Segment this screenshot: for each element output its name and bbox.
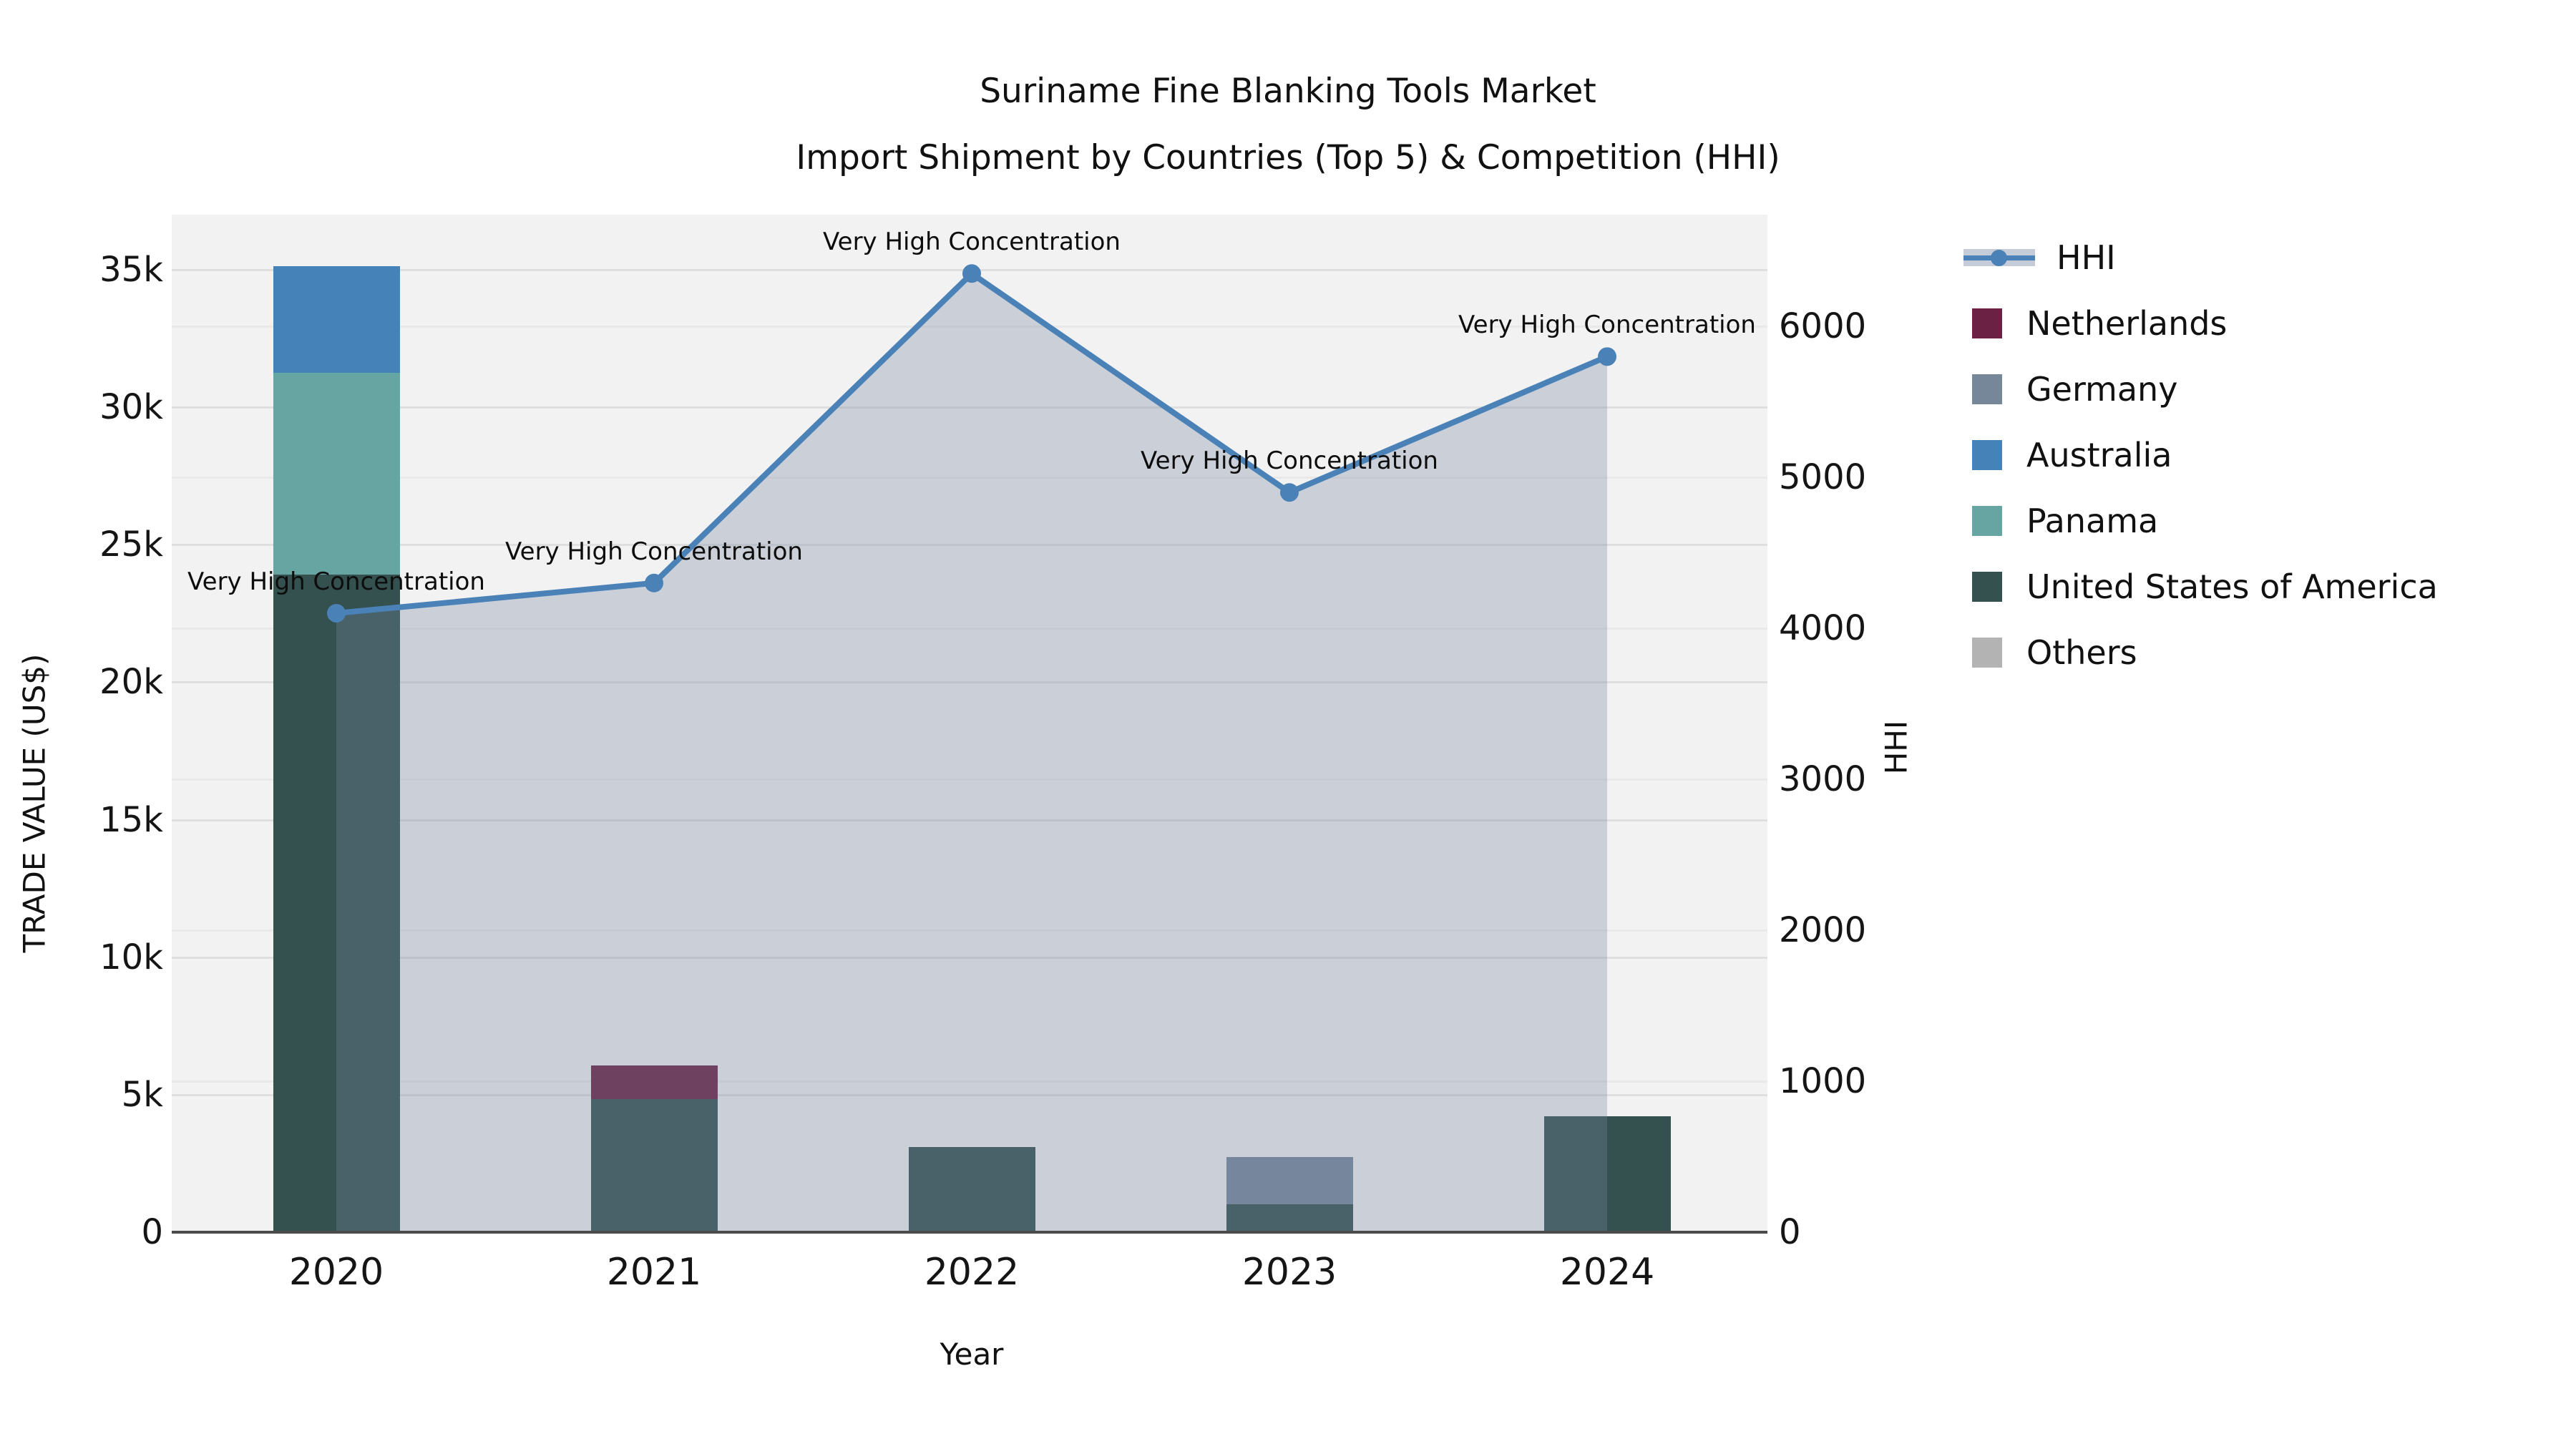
y-left-tick-35k: 35k bbox=[99, 249, 163, 290]
legend-swatch-icon bbox=[1972, 572, 2002, 602]
legend-swatch-icon bbox=[1972, 506, 2002, 536]
hhi-line-sample-icon bbox=[1963, 249, 2035, 266]
hhi-marker-2024 bbox=[1598, 347, 1616, 366]
legend-item-australia: Australia bbox=[1972, 422, 2438, 488]
legend-swatch-icon bbox=[1972, 308, 2002, 338]
legend-label: United States of America bbox=[2026, 567, 2438, 606]
annotation-2020: Very High Concentration bbox=[187, 567, 485, 596]
y-left-tick-0: 0 bbox=[141, 1212, 163, 1252]
legend-label: Germany bbox=[2026, 370, 2178, 409]
y-right-tick-6000: 6000 bbox=[1779, 306, 1867, 347]
legend: HHI Netherlands Germany Australia Panama Unit… bbox=[1963, 225, 2438, 686]
legend-swatch-icon bbox=[1972, 374, 2002, 404]
chart-title-line1: Suriname Fine Blanking Tools Market bbox=[980, 72, 1596, 111]
x-axis-line bbox=[172, 1231, 1767, 1234]
y-right-tick-0: 0 bbox=[1779, 1212, 1801, 1252]
hhi-marker-2023 bbox=[1280, 483, 1299, 502]
y-left-tick-30k: 30k bbox=[99, 387, 163, 428]
annotation-2024: Very High Concentration bbox=[1458, 311, 1756, 340]
x-tick-2023: 2023 bbox=[1241, 1251, 1337, 1294]
y-left-tick-5k: 5k bbox=[121, 1074, 163, 1115]
annotation-2021: Very High Concentration bbox=[505, 537, 803, 566]
legend-label: Australia bbox=[2026, 436, 2172, 474]
annotation-2023: Very High Concentration bbox=[1141, 447, 1438, 476]
y-right-tick-2000: 2000 bbox=[1779, 910, 1867, 951]
legend-label: Netherlands bbox=[2026, 304, 2228, 343]
hhi-line-layer bbox=[327, 264, 1616, 1232]
legend-label: Others bbox=[2026, 633, 2137, 672]
y-right-tick-5000: 5000 bbox=[1779, 457, 1867, 498]
x-tick-2021: 2021 bbox=[606, 1251, 702, 1294]
hhi-sample-marker bbox=[1991, 250, 2007, 266]
hhi-area-fill bbox=[336, 273, 1607, 1232]
x-axis-title: Year bbox=[940, 1337, 1004, 1372]
hhi-marker-2020 bbox=[327, 603, 346, 623]
x-tick-2020: 2020 bbox=[288, 1251, 384, 1294]
y-axis-right-title: HHI bbox=[1878, 720, 1914, 775]
hhi-marker-2021 bbox=[645, 573, 663, 592]
hhi-marker-2022 bbox=[962, 264, 981, 283]
y-left-tick-25k: 25k bbox=[99, 525, 163, 565]
plot-area: Very High Concentration Very High Concent… bbox=[172, 215, 1767, 1232]
legend-item-netherlands: Netherlands bbox=[1972, 291, 2438, 356]
legend-item-hhi: HHI bbox=[1963, 225, 2438, 291]
legend-swatch-icon bbox=[1972, 440, 2002, 470]
legend-item-others: Others bbox=[1972, 620, 2438, 686]
legend-item-germany: Germany bbox=[1972, 356, 2438, 422]
x-tick-2022: 2022 bbox=[924, 1251, 1020, 1294]
y-right-tick-1000: 1000 bbox=[1779, 1061, 1867, 1102]
figure: Suriname Fine Blanking Tools Market Impo… bbox=[0, 0, 2576, 1449]
legend-label: Panama bbox=[2026, 502, 2159, 540]
legend-item-panama: Panama bbox=[1972, 488, 2438, 554]
legend-item-united-states-of-america: United States of America bbox=[1972, 554, 2438, 620]
annotation-2022: Very High Concentration bbox=[823, 228, 1121, 257]
y-axis-left-title: TRADE VALUE (US$) bbox=[16, 653, 52, 953]
legend-label: HHI bbox=[2057, 238, 2116, 277]
legend-swatch-icon bbox=[1972, 638, 2002, 668]
chart-title-line2: Import Shipment by Countries (Top 5) & C… bbox=[796, 138, 1780, 177]
x-tick-2024: 2024 bbox=[1559, 1251, 1655, 1294]
